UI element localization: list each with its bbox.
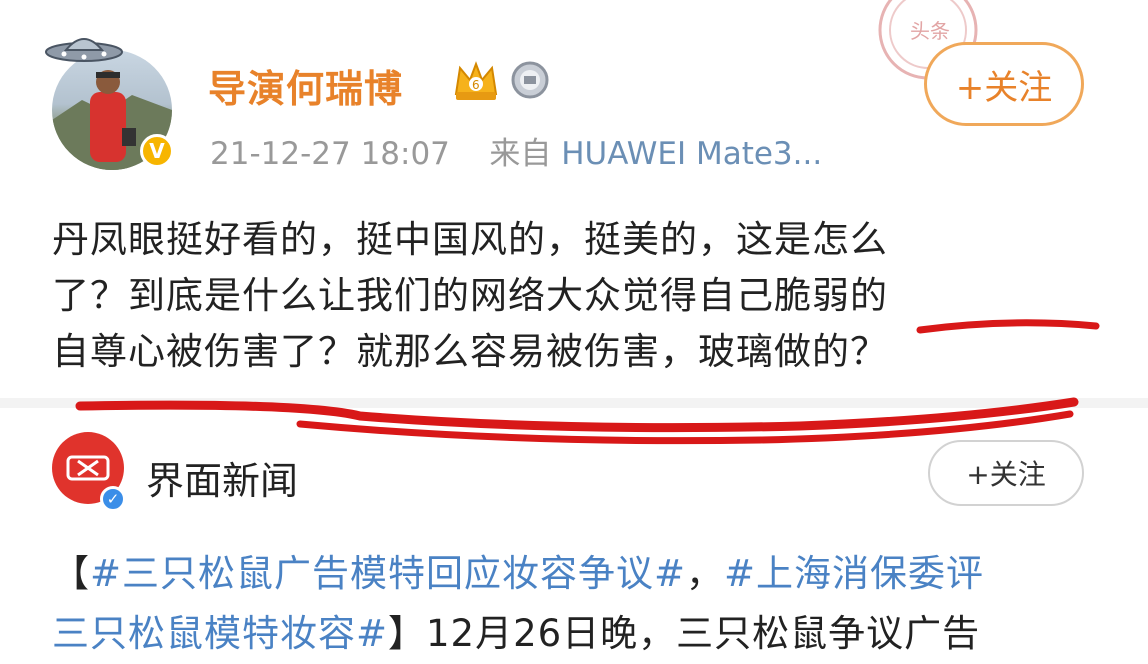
- bracket-open: 【: [52, 552, 90, 595]
- ufo-icon: [45, 38, 123, 62]
- post-text-line: 丹凤眼挺好看的，挺中国风的，挺美的，这是怎么: [52, 218, 888, 261]
- level-badge: 6: [472, 78, 480, 92]
- svg-text:头条: 头条: [910, 19, 950, 43]
- post-body: 丹凤眼挺好看的，挺中国风的，挺美的，这是怎么 了？到底是什么让我们的网络大众觉得…: [52, 212, 1112, 380]
- hashtag-link[interactable]: #三只松鼠广告模特回应妆容争议#: [90, 552, 686, 595]
- username[interactable]: 导演何瑞博: [208, 58, 403, 113]
- medal-icon: [511, 61, 549, 99]
- device-link[interactable]: HUAWEI Mate3...: [561, 136, 822, 172]
- avatar[interactable]: V: [52, 50, 174, 170]
- verified-blue-icon: ✓: [100, 486, 126, 512]
- post-text-line: 自尊心被伤害了？就那么容易被伤害，玻璃做的？: [52, 330, 888, 373]
- repost-text: 】12月26日晚，三只松鼠争议广告: [388, 612, 981, 655]
- post-timestamp: 21-12-27 18:07: [210, 136, 450, 172]
- post-meta: 21-12-27 18:07 来自 HUAWEI Mate3...: [210, 128, 822, 173]
- hashtag-link-2-cont[interactable]: 三只松鼠模特妆容#: [52, 612, 388, 655]
- repost-body: 【#三只松鼠广告模特回应妆容争议#，#上海消保委评 三只松鼠模特妆容#】12月2…: [52, 544, 1122, 664]
- follow-button[interactable]: +关注: [924, 42, 1084, 126]
- hashtag-link-2[interactable]: #上海消保委评: [724, 552, 984, 595]
- comma: ，: [686, 552, 725, 595]
- follow-button-2[interactable]: +关注: [928, 440, 1084, 506]
- verified-icon: V: [140, 134, 174, 168]
- divider: [0, 398, 1148, 408]
- repost-author-name[interactable]: 界面新闻: [146, 450, 298, 505]
- crown-icon: 6: [454, 61, 498, 100]
- post-text-line: 了？到底是什么让我们的网络大众觉得自己脆弱的: [52, 274, 888, 317]
- jiemian-logo-icon: [66, 455, 110, 481]
- source-prefix: 来自: [489, 136, 552, 172]
